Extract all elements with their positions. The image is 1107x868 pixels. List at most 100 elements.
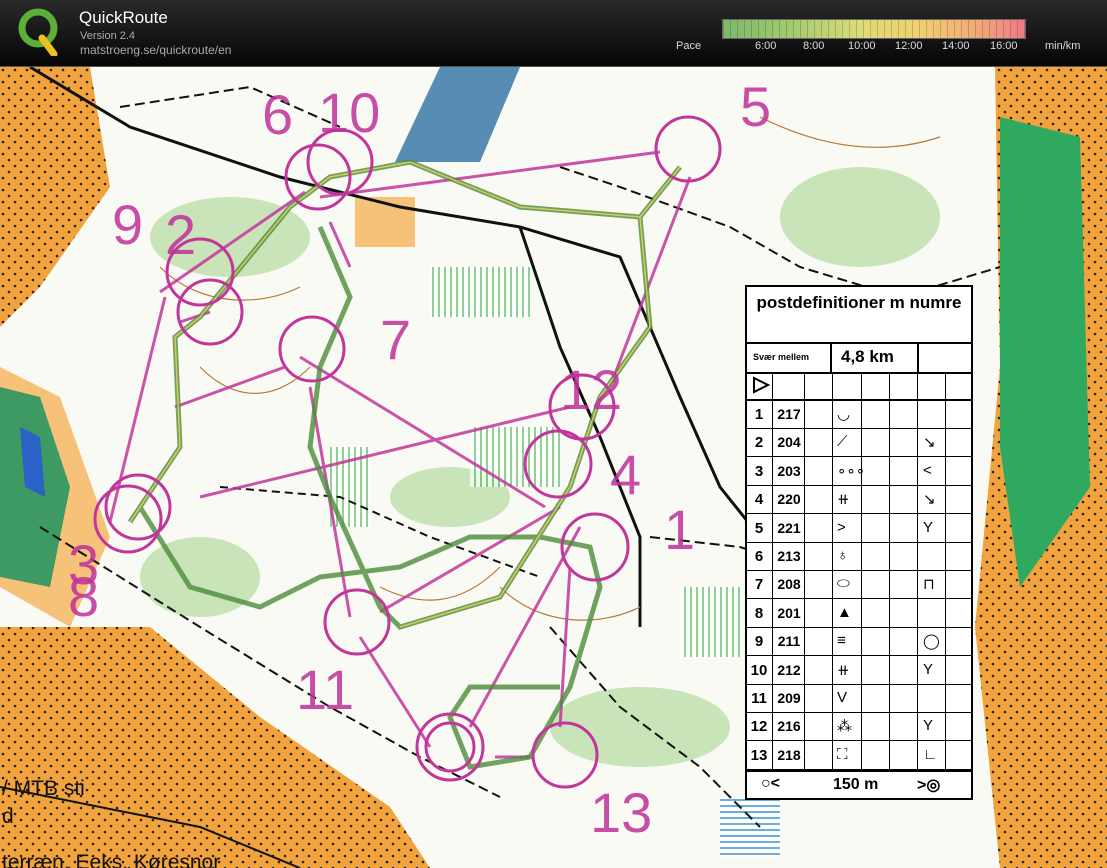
control-order: 3 [754, 462, 764, 480]
detail-symbol: ∟ [923, 745, 938, 763]
description-row: 4 220 ⧺ ↘ [747, 486, 971, 515]
control-order: 12 [750, 718, 768, 736]
control-code: 213 [777, 548, 801, 564]
control-order: 9 [754, 633, 764, 651]
divider [832, 372, 833, 770]
control-order: 8 [754, 604, 764, 622]
control-order: 4 [754, 491, 764, 509]
feature-symbol: ♁ [837, 547, 849, 564]
control-number: 11 [296, 658, 355, 721]
control-number: 5 [740, 75, 772, 138]
control-code: 218 [777, 746, 801, 763]
control-order: 13 [750, 746, 768, 764]
description-row: 11 209 V [747, 685, 971, 713]
header-bar: QuickRoute Version 2.4 matstroeng.se/qui… [0, 0, 1107, 67]
divider [772, 372, 773, 770]
control-order: 7 [754, 576, 764, 594]
pace-color-scale [722, 19, 1026, 39]
control-code: 221 [777, 519, 801, 536]
quickroute-logo-icon [18, 8, 58, 56]
control-code: 201 [777, 604, 801, 621]
map-legend-text: d [2, 805, 14, 828]
divider [945, 372, 946, 770]
detail-symbol: ◯ [923, 633, 940, 651]
description-row: 13 218 ⛶ ∟ [747, 742, 971, 770]
detail-symbol: Y [923, 660, 934, 678]
detail-symbol: ↘ [923, 434, 936, 452]
description-row: 5 221 > Y [747, 515, 971, 543]
control-number: 6 [262, 83, 294, 146]
control-number: 10 [318, 81, 381, 144]
divider [889, 372, 890, 770]
start-triangle-icon [753, 376, 770, 394]
finish-circle-icon: >◎ [917, 777, 941, 794]
description-row: 2 204 ⟋ ↘ [747, 429, 971, 458]
divider [861, 372, 862, 770]
control-code: 208 [777, 576, 801, 593]
control-code: 209 [777, 690, 801, 706]
finish-row: ○< 150 m >◎ [747, 770, 971, 800]
pace-tick: 16:00 [990, 40, 1018, 52]
divider [917, 372, 918, 770]
feature-symbol: ⬭ [837, 575, 850, 593]
description-row: 3 203 ∘∘∘ < [747, 458, 971, 486]
start-row [747, 372, 971, 401]
control-code: 204 [777, 434, 801, 451]
feature-symbol: > [837, 518, 846, 536]
map-legend-text: terræn. Eeks. Køresnor [2, 851, 221, 868]
divider [804, 372, 805, 770]
control-number: 9 [112, 193, 144, 256]
pace-tick: 8:00 [803, 40, 825, 52]
description-row: 1 217 ◡ [747, 401, 971, 429]
pace-tick: 14:00 [942, 40, 970, 52]
control-number: 2 [165, 203, 197, 266]
feature-symbol: ⛶ [837, 745, 848, 763]
divider [830, 344, 832, 372]
feature-symbol: ⧺ [837, 661, 850, 679]
map-legend-text: / MTB sti [2, 777, 85, 800]
description-header-row: Svær mellem 4,8 km [747, 342, 971, 374]
finish-distance: 150 m [833, 776, 879, 793]
control-number: 12 [560, 358, 623, 421]
quickroute-window: QuickRoute Version 2.4 matstroeng.se/qui… [0, 0, 1107, 868]
app-title: QuickRoute [79, 8, 168, 27]
feature-symbol: ⧺ [837, 491, 850, 509]
app-version: Version 2.4 [80, 30, 136, 42]
control-number: 1 [664, 498, 696, 561]
control-code: 212 [777, 661, 801, 678]
control-number: 4 [610, 443, 642, 506]
description-row: 7 208 ⬭ ⊓ [747, 571, 971, 600]
app-url-link[interactable]: matstroeng.se/quickroute/en [80, 43, 231, 57]
course-length: 4,8 km [841, 347, 894, 366]
control-code: 203 [777, 462, 801, 479]
control-description-sheet: postdefinitioner m numre Svær mellem 4,8… [745, 285, 973, 800]
description-row: 12 216 ⁂ Y [747, 713, 971, 742]
control-number: 8 [68, 565, 100, 628]
feature-symbol: ▲ [837, 603, 852, 621]
control-order: 2 [754, 434, 764, 452]
feature-symbol: ◡ [837, 406, 851, 423]
control-order: 11 [751, 690, 767, 707]
control-order: 10 [750, 661, 768, 679]
description-row: 10 212 ⧺ Y [747, 657, 971, 685]
control-order: 5 [754, 519, 764, 537]
feature-symbol: ⁂ [837, 718, 852, 736]
feature-symbol: V [837, 689, 848, 706]
detail-symbol: ⊓ [923, 576, 935, 594]
description-title: postdefinitioner m numre [756, 293, 962, 312]
control-code: 220 [777, 491, 801, 508]
control-code: 216 [777, 718, 801, 735]
control-order: 1 [754, 406, 764, 423]
orienteering-map[interactable]: 1 2 3 4 5 6 7 8 9 10 11 12 13 / MTB sti … [0, 67, 1107, 868]
control-number: 13 [590, 781, 653, 844]
pace-unit: min/km [1045, 40, 1081, 52]
finish-start-icon: ○< [761, 775, 781, 792]
course-class: Svær mellem [753, 352, 810, 362]
pace-label: Pace [676, 40, 702, 52]
feature-symbol: ⟋ [837, 433, 848, 451]
description-row: 9 211 ≡ ◯ [747, 628, 971, 657]
control-order: 6 [754, 548, 764, 565]
control-code: 217 [777, 406, 801, 422]
divider [917, 344, 919, 372]
pace-tick: 12:00 [895, 40, 923, 52]
